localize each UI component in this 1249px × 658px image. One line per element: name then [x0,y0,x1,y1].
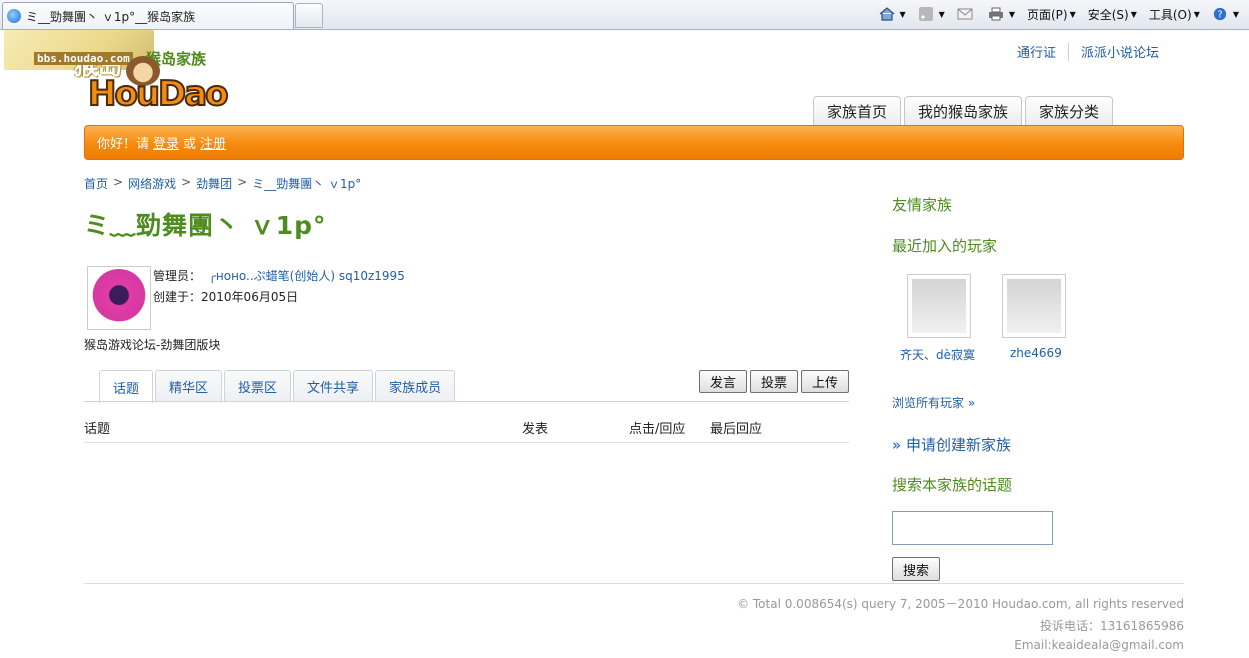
mail-button[interactable] [953,3,980,25]
help-button[interactable]: ? ▼ [1208,3,1243,25]
login-link[interactable]: 登录 [153,133,179,152]
breadcrumb: 首页 > 网络游戏 > 劲舞团 > ミ__勁舞團丶 ｖ1p° [84,175,361,192]
breadcrumb-sep: > [237,175,248,189]
nav-tab-my-family[interactable]: 我的猴岛家族 [904,96,1023,126]
or-text: 或 [183,137,197,152]
col-last-reply: 最后回应 [710,422,763,437]
footer-phone: 投诉电话：13161865986 [1040,619,1184,633]
divider [1067,42,1069,61]
topic-table-header: 话题 发表 点击/回应 最后回应 [84,416,849,443]
member-avatar-image [1007,279,1061,333]
tools-menu[interactable]: 工具(O) ▼ [1145,3,1204,25]
home-icon [879,7,894,21]
welcome-bar: 你好！请 登录 或 注册 [84,125,1184,160]
recent-members-heading: 最近加入的玩家 [892,237,998,255]
content-tabs: 话题 精华区 投票区 文件共享 家族成员 [99,370,456,403]
member-avatar[interactable] [907,274,971,338]
apply-new-family-link[interactable]: » 申请创建新家族 [892,434,1011,455]
tab-featured[interactable]: 精华区 [155,370,223,402]
new-tab-button[interactable] [295,3,323,28]
breadcrumb-current[interactable]: ミ__勁舞團丶 ｖ1p° [252,175,361,192]
family-avatar[interactable] [87,266,151,330]
register-link[interactable]: 注册 [200,133,226,152]
novel-forum-link[interactable]: 派派小说论坛 [1081,42,1159,61]
family-meta: 管理员： ╭нoнo..ぷ蜡笔(创始人) sq10z1995 创建于：2010年… [153,266,405,308]
admin-link[interactable]: ╭нoнo..ぷ蜡笔(创始人) sq10z1995 [209,269,405,283]
help-icon: ? [1213,7,1226,21]
search-input[interactable] [892,511,1053,545]
created-label: 创建于： [153,290,202,304]
col-author: 发表 [522,422,549,437]
post-button[interactable]: 发言 [699,370,748,393]
footer-divider [84,583,1184,584]
nav-tab-family-home[interactable]: 家族首页 [813,96,902,126]
member-name-link[interactable]: zhe4669 [1010,346,1062,360]
home-button[interactable]: ▼ [875,3,910,25]
breadcrumb-home[interactable]: 首页 [84,175,108,192]
col-topic: 话题 [84,422,111,437]
breadcrumb-online-games[interactable]: 网络游戏 [128,175,176,192]
vote-button[interactable]: 投票 [750,370,799,393]
main-nav: 家族首页 我的猴岛家族 家族分类 [813,96,1114,126]
browser-chrome: ミ__勁舞團丶 ｖ1p°__猴岛家族 ▼ ▼ ▼ 页面(P) ▼ 安全(S) ▼ 工… [0,0,1249,30]
svg-text:?: ? [1217,10,1222,21]
search-heading: 搜索本家族的话题 [892,476,1013,494]
family-avatar-image [90,269,148,327]
col-clicks: 点击/回应 [629,422,686,437]
topic-actions: 发言 投票 上传 [699,370,850,393]
breadcrumb-sep: > [181,175,192,189]
tab-topics[interactable]: 话题 [99,370,154,403]
member-name-link[interactable]: 齐天、dè寂寞 [900,346,975,363]
browser-tab-title: ミ__勁舞團丶 ｖ1p°__猴岛家族 [26,9,196,24]
site-logo[interactable]: HouDao [87,73,230,120]
member-avatar[interactable] [1002,274,1066,338]
friends-heading: 友情家族 [892,196,953,214]
breadcrumb-audition[interactable]: 劲舞团 [196,175,232,192]
tab-divider [84,401,849,402]
tab-members[interactable]: 家族成员 [375,370,456,402]
browser-tab[interactable]: ミ__勁舞團丶 ｖ1p°__猴岛家族 [2,2,294,29]
footer-email: Email:keaideala@gmail.com [1014,638,1184,652]
nav-tab-categories[interactable]: 家族分类 [1025,96,1114,126]
breadcrumb-sep: > [113,175,124,189]
upload-button[interactable]: 上传 [801,370,850,393]
page-menu[interactable]: 页面(P) ▼ [1023,3,1080,25]
top-links: 通行证 派派小说论坛 [1017,42,1159,61]
browser-toolbar: ▼ ▼ ▼ 页面(P) ▼ 安全(S) ▼ 工具(O) ▼ ? ▼ [875,3,1244,25]
search-button[interactable]: 搜索 [892,557,941,581]
mail-icon [957,8,973,20]
passport-link[interactable]: 通行证 [1017,42,1056,61]
ie-page-icon [7,9,21,23]
printer-icon [988,7,1003,21]
member-avatar-image [912,279,966,333]
admin-label: 管理员： [153,269,202,283]
footer-copyright: © Total 0.008654(s) query 7, 2005－2010 H… [737,597,1184,611]
tab-polls[interactable]: 投票区 [224,370,292,402]
page-title: ミ﹏勁舞團丶 ｖ1p° [84,211,327,240]
family-description: 猴岛游戏论坛-劲舞团版块 [84,338,221,352]
created-date: 2010年06月05日 [201,290,299,304]
tab-file-share[interactable]: 文件共享 [293,370,374,402]
print-button[interactable]: ▼ [984,3,1019,25]
bbs-logo-url: bbs.houdao.com [34,52,133,65]
browse-all-members-link[interactable]: 浏览所有玩家 » [892,394,975,411]
feeds-button[interactable]: ▼ [914,3,949,25]
safety-menu[interactable]: 安全(S) ▼ [1084,3,1141,25]
welcome-text: 你好！请 [97,137,150,152]
rss-icon [918,7,933,21]
